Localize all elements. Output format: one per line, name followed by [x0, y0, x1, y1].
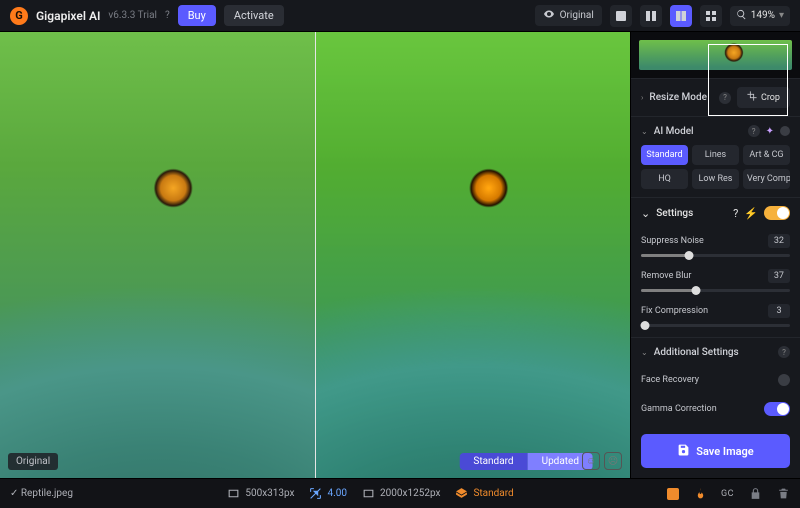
image-size-icon: [226, 487, 240, 501]
buy-button[interactable]: Buy: [178, 5, 216, 26]
remove-blur-value[interactable]: 37: [768, 269, 790, 283]
gamma-correction-label: Gamma Correction: [641, 404, 764, 414]
additional-settings-label: Additional Settings: [654, 347, 772, 358]
feedback-happy-icon[interactable]: ☺: [582, 452, 600, 470]
chevron-down-icon: ⌄: [641, 127, 648, 136]
filename[interactable]: Reptile.jpeg: [10, 488, 73, 499]
gc-indicator[interactable]: GC: [721, 489, 734, 499]
chevron-right-icon: ›: [641, 93, 643, 102]
suppress-noise-slider[interactable]: [641, 254, 790, 257]
model-indicator[interactable]: Standard: [454, 487, 513, 501]
model-lines[interactable]: Lines: [692, 145, 739, 165]
save-icon: [677, 443, 690, 459]
remove-blur-label: Remove Blur: [641, 271, 691, 281]
feedback-sad-icon[interactable]: ☹: [604, 452, 622, 470]
chevron-down-icon: ⌄: [641, 348, 648, 357]
gamma-correction-row: Gamma Correction: [631, 394, 800, 424]
resize-mode-label: Resize Mode: [649, 92, 713, 103]
suppress-noise-value[interactable]: 32: [768, 234, 790, 248]
scale-value: 4.00: [328, 488, 348, 499]
view-grid-button[interactable]: [700, 5, 722, 27]
navigator-viewport[interactable]: [708, 44, 788, 116]
fix-compression-value[interactable]: 3: [768, 304, 790, 318]
compare-label: Standard Updated: [459, 453, 593, 470]
lock-icon[interactable]: [748, 487, 762, 501]
processed-pane: Standard Updated ☺ ☹: [316, 32, 631, 478]
original-toggle[interactable]: Original: [535, 5, 602, 26]
image-size-icon: [361, 487, 375, 501]
face-recovery-row: Face Recovery: [631, 366, 800, 394]
help-icon[interactable]: ?: [733, 207, 738, 220]
app-logo-icon: G: [10, 7, 28, 25]
top-bar: G Gigapixel AI v6.3.3 Trial ? Buy Activa…: [0, 0, 800, 32]
settings-section[interactable]: ⌄ Settings ? ⚡: [631, 197, 800, 228]
image-compare-canvas[interactable]: Standard Updated ☺ ☹ Original: [0, 32, 630, 478]
model-name: Standard: [473, 488, 513, 499]
suppress-noise-label: Suppress Noise: [641, 236, 704, 246]
format-icon[interactable]: [667, 488, 679, 500]
save-image-button[interactable]: Save Image: [641, 434, 790, 468]
gamma-correction-toggle[interactable]: [764, 402, 790, 416]
view-split-button[interactable]: [640, 5, 662, 27]
output-size-group[interactable]: 2000x1252px: [361, 487, 440, 501]
model-lowres[interactable]: Low Res: [692, 169, 739, 189]
input-size-group[interactable]: 500x313px: [226, 487, 294, 501]
fix-compression-label: Fix Compression: [641, 306, 708, 316]
input-size: 500x313px: [245, 488, 294, 499]
chevron-down-icon: ▾: [779, 10, 784, 21]
app-version: v6.3.3 Trial: [108, 10, 157, 21]
wand-icon: ✦: [766, 126, 774, 137]
zoom-control[interactable]: 149% ▾: [730, 6, 790, 26]
fix-compression-slider[interactable]: [641, 324, 790, 327]
settings-label: Settings: [656, 208, 727, 219]
view-single-button[interactable]: [610, 5, 632, 27]
fix-compression-row: Fix Compression 3: [631, 298, 800, 333]
app-title: Gigapixel AI: [36, 9, 100, 23]
help-icon[interactable]: ?: [748, 125, 760, 137]
zoom-icon: [736, 9, 747, 23]
model-art-cg[interactable]: Art & CG: [743, 145, 790, 165]
status-bar: Reptile.jpeg 500x313px 4.00 2000x1252px …: [0, 478, 800, 508]
scale-group[interactable]: 4.00: [309, 487, 348, 501]
help-icon[interactable]: ?: [165, 10, 170, 21]
ai-model-section[interactable]: ⌄ AI Model ? ✦: [631, 116, 800, 145]
remove-blur-slider[interactable]: [641, 289, 790, 292]
trash-icon[interactable]: [776, 487, 790, 501]
zoom-value: 149%: [751, 10, 775, 21]
model-hq[interactable]: HQ: [641, 169, 688, 189]
view-side-by-side-button[interactable]: [670, 5, 692, 27]
layers-icon: [454, 487, 468, 501]
right-sidebar: › Resize Mode ? Crop ⌄ AI Model ? ✦ Stan…: [630, 32, 800, 478]
face-recovery-label: Face Recovery: [641, 375, 778, 385]
remove-blur-row: Remove Blur 37: [631, 263, 800, 298]
chevron-down-icon: ⌄: [641, 207, 650, 220]
save-label: Save Image: [696, 445, 753, 458]
model-compressed[interactable]: Very Compressed: [743, 169, 790, 189]
flame-icon[interactable]: [693, 487, 707, 501]
face-recovery-toggle[interactable]: [778, 374, 790, 386]
eye-icon: [543, 8, 555, 23]
model-grid: Standard Lines Art & CG HQ Low Res Very …: [631, 145, 800, 197]
original-toggle-label: Original: [560, 10, 594, 21]
original-badge: Original: [8, 453, 58, 470]
auto-settings-toggle[interactable]: [764, 206, 790, 220]
activate-button[interactable]: Activate: [224, 5, 284, 26]
navigator-thumbnail[interactable]: [631, 32, 800, 78]
bolt-icon: ⚡: [744, 207, 758, 220]
help-icon[interactable]: ?: [778, 346, 790, 358]
model-standard[interactable]: Standard: [641, 145, 688, 165]
original-pane: [0, 32, 315, 478]
output-size: 2000x1252px: [380, 488, 440, 499]
ai-model-label: AI Model: [654, 126, 742, 137]
auto-model-dot[interactable]: [780, 126, 790, 136]
suppress-noise-row: Suppress Noise 32: [631, 228, 800, 263]
scale-icon: [309, 487, 323, 501]
additional-settings-section[interactable]: ⌄ Additional Settings ?: [631, 337, 800, 366]
compare-label-a: Standard: [459, 453, 527, 470]
